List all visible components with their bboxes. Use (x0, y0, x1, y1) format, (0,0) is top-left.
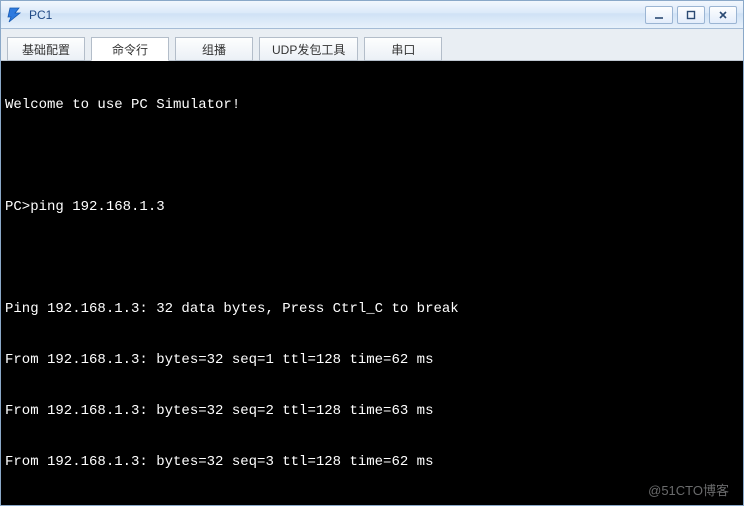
tab-multicast[interactable]: 组播 (175, 37, 253, 61)
terminal-line: Welcome to use PC Simulator! (5, 97, 739, 114)
terminal-line (5, 148, 739, 165)
tab-basic-config[interactable]: 基础配置 (7, 37, 85, 61)
app-window: PC1 基础配置 命令行 组播 UDP发包工具 串口 Welcome to us… (0, 0, 744, 506)
close-button[interactable] (709, 6, 737, 24)
tabbar: 基础配置 命令行 组播 UDP发包工具 串口 (1, 29, 743, 61)
window-buttons (645, 6, 737, 24)
terminal[interactable]: Welcome to use PC Simulator! PC>ping 192… (1, 61, 743, 505)
watermark: @51CTO博客 (648, 482, 729, 499)
terminal-line: Ping 192.168.1.3: 32 data bytes, Press C… (5, 301, 739, 318)
app-icon (7, 7, 23, 23)
terminal-line: From 192.168.1.3: bytes=32 seq=1 ttl=128… (5, 352, 739, 369)
tab-udp-sender[interactable]: UDP发包工具 (259, 37, 358, 61)
terminal-line: From 192.168.1.3: bytes=32 seq=3 ttl=128… (5, 454, 739, 471)
minimize-button[interactable] (645, 6, 673, 24)
tab-serial[interactable]: 串口 (364, 37, 442, 61)
terminal-line (5, 250, 739, 267)
tab-cli[interactable]: 命令行 (91, 37, 169, 61)
terminal-line: From 192.168.1.3: bytes=32 seq=2 ttl=128… (5, 403, 739, 420)
terminal-line: PC>ping 192.168.1.3 (5, 199, 739, 216)
maximize-button[interactable] (677, 6, 705, 24)
window-title: PC1 (29, 8, 52, 22)
titlebar: PC1 (1, 1, 743, 29)
